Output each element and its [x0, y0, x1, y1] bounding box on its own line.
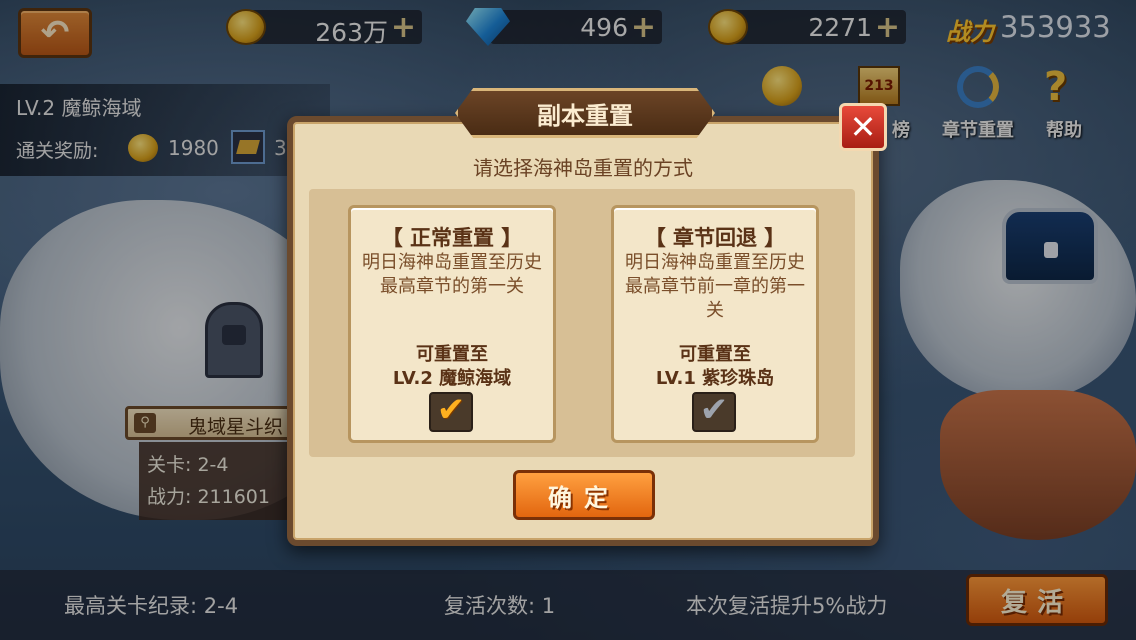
- option-rollback-target: LV.1 紫珍珠岛: [655, 368, 775, 389]
- option-rollback-desc: 明日海神岛重置至历史最高章节前一章的第一关: [625, 252, 805, 321]
- dialog-title: 副本重置: [455, 88, 715, 138]
- option-chapter-rollback[interactable]: 【 章节回退 】 明日海神岛重置至历史最高章节前一章的第一关 可重置至 LV.1…: [611, 205, 819, 443]
- option-rollback-title: 【 章节回退 】: [644, 226, 786, 250]
- option-rollback-checkbox[interactable]: ✔: [692, 392, 736, 432]
- option-normal-target: LV.2 魔鲸海域: [392, 368, 512, 389]
- confirm-button[interactable]: 确定: [513, 470, 655, 520]
- option-normal-can-reset: 可重置至: [416, 344, 488, 365]
- option-normal-title: 【 正常重置 】: [381, 226, 523, 250]
- option-normal-desc: 明日海神岛重置至历史最高章节的第一关: [362, 252, 542, 297]
- dialog-prompt: 请选择海神岛重置的方式: [473, 156, 693, 180]
- option-rollback-can-reset: 可重置至: [679, 344, 751, 365]
- option-normal-reset[interactable]: 【 正常重置 】 明日海神岛重置至历史最高章节的第一关 可重置至 LV.2 魔鲸…: [348, 205, 556, 443]
- close-button[interactable]: ✕: [839, 103, 887, 151]
- option-normal-checkbox[interactable]: ✔: [429, 392, 473, 432]
